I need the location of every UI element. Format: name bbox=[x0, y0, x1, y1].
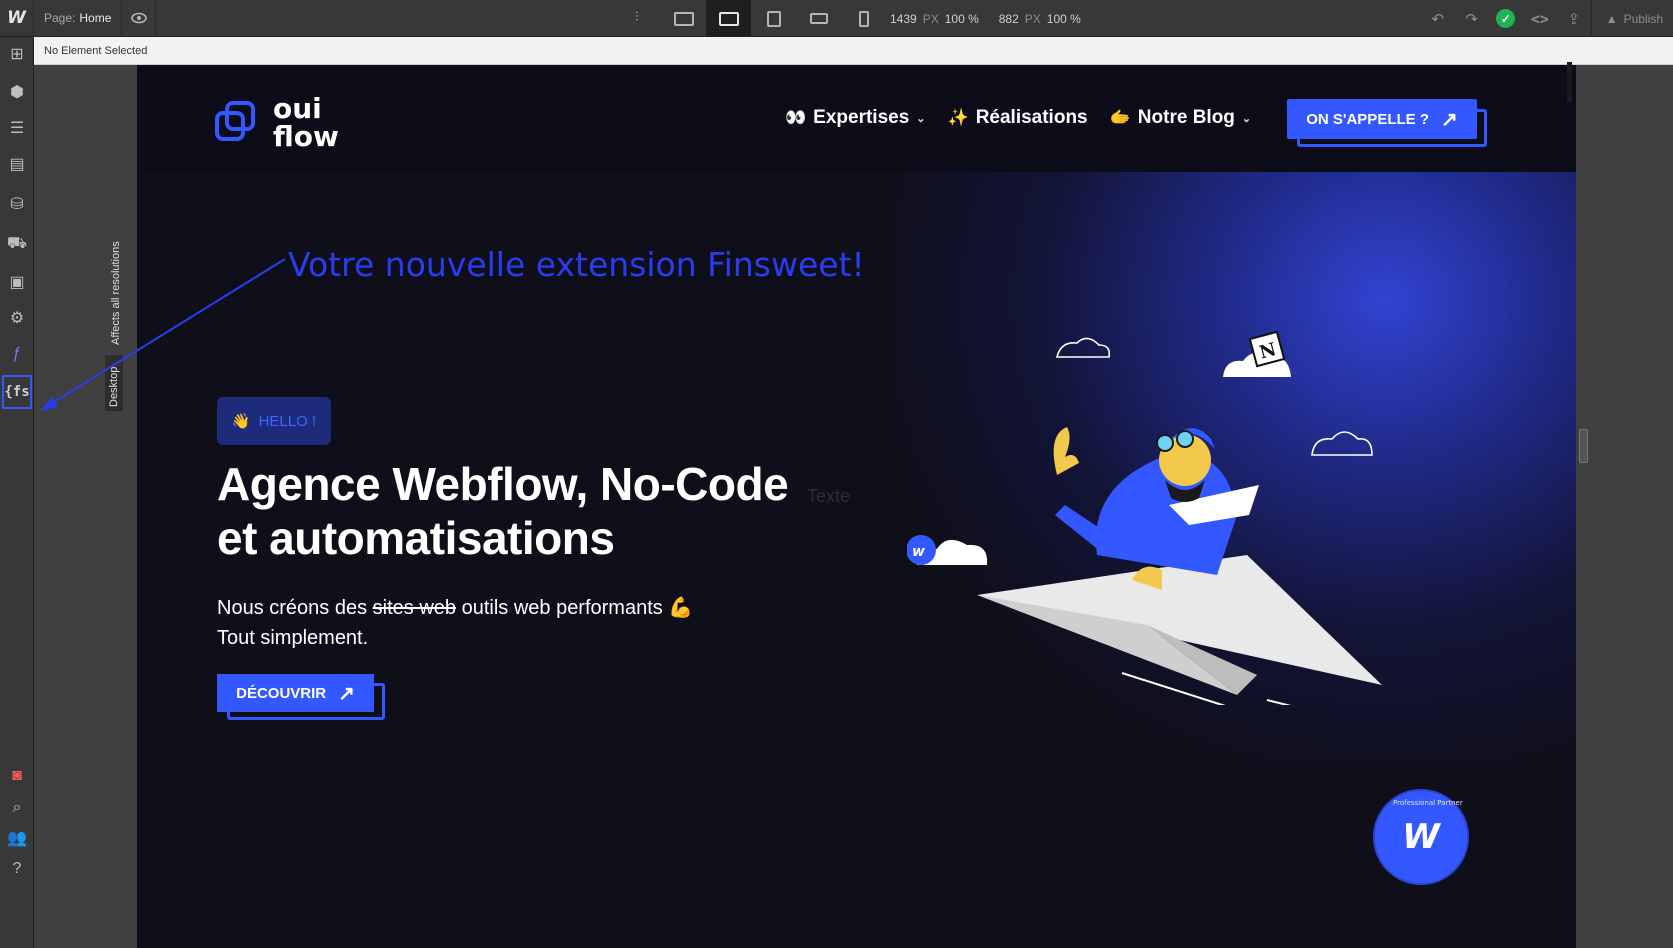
nav-label: Notre Blog bbox=[1137, 107, 1235, 128]
preview-eye-icon[interactable] bbox=[122, 0, 157, 37]
right-toolbar: ↶ ↷ ✓ <> ⇪ ▲ Publish bbox=[1421, 0, 1673, 37]
breakpoint-tablet-icon[interactable] bbox=[751, 0, 796, 37]
hero-title: Agence Webflow, No-Code et automatisatio… bbox=[217, 458, 789, 564]
canvas-dimensions: 1439 PX 100 % 882 PX 100 % bbox=[890, 12, 1081, 26]
site-preview[interactable]: oui flow 👀 Expertises ⌄ ✨ Réalisations 🫱… bbox=[137, 65, 1576, 948]
cloud-icon bbox=[1055, 337, 1111, 358]
nav-realisations[interactable]: ✨ Réalisations bbox=[948, 107, 1088, 129]
site-nav: 👀 Expertises ⌄ ✨ Réalisations 🫱 Notre Bl… bbox=[785, 107, 1251, 129]
save-status[interactable]: ✓ bbox=[1489, 0, 1523, 37]
symbols-cube-icon[interactable]: ⬢ bbox=[0, 75, 34, 109]
search-icon[interactable]: ⌕ bbox=[0, 791, 34, 825]
writing-hand-icon: 🫱 bbox=[1109, 108, 1131, 127]
discover-button[interactable]: DÉCOUVRIR ↗ bbox=[217, 674, 374, 712]
annotation-arrow-icon bbox=[40, 258, 286, 411]
height-value: 882 bbox=[998, 12, 1019, 26]
pages-icon[interactable]: ▤ bbox=[0, 147, 34, 181]
width-value: 1439 bbox=[890, 12, 917, 26]
breakpoint-switcher bbox=[661, 0, 886, 37]
users-icon[interactable]: 👥 bbox=[0, 821, 34, 855]
publish-label: Publish bbox=[1623, 11, 1663, 26]
cms-database-icon[interactable]: ⛁ bbox=[0, 187, 34, 221]
left-panel-bar: ⊞ ⬢ ☰ ▤ ⛁ ⛟ ▣ ⚙ ƒ {fs ◙ ⌕ 👥 ? bbox=[0, 37, 34, 948]
webflow-cloud-icon: w bbox=[907, 535, 988, 565]
ouiflow-logo[interactable]: oui flow bbox=[215, 95, 339, 151]
svg-text:w: w bbox=[912, 544, 925, 560]
page-selector[interactable]: Page: Home bbox=[34, 0, 123, 37]
webflow-logo[interactable]: W bbox=[0, 0, 34, 37]
annotation-text: Votre nouvelle extension Finsweet! bbox=[288, 245, 865, 284]
nav-label: Expertises bbox=[813, 107, 910, 128]
arrow-up-right-icon: ↗ bbox=[338, 682, 355, 705]
add-elements-icon[interactable]: ⊞ bbox=[0, 37, 34, 71]
chevron-down-icon: ⌄ bbox=[1241, 112, 1252, 125]
hello-label: HELLO ! bbox=[258, 412, 317, 430]
site-header: oui flow 👀 Expertises ⌄ ✨ Réalisations 🫱… bbox=[137, 65, 1576, 172]
audit-icon[interactable]: ◙ bbox=[0, 759, 34, 793]
chevron-down-icon: ⌄ bbox=[916, 112, 926, 125]
breakpoint-mobile-portrait-icon[interactable] bbox=[841, 0, 886, 37]
page-name: Home bbox=[79, 11, 112, 25]
settings-gear-icon[interactable]: ⚙ bbox=[0, 301, 34, 335]
code-export-icon[interactable]: <> bbox=[1523, 0, 1557, 37]
breakpoint-desktop-large-icon[interactable] bbox=[661, 0, 706, 37]
logo-mark-icon bbox=[215, 101, 259, 145]
badge-ring-text: Professional Partner bbox=[1393, 799, 1463, 807]
height-unit: PX bbox=[1024, 12, 1041, 26]
ghost-text: Texte bbox=[807, 486, 851, 506]
discover-cta: DÉCOUVRIR ↗ bbox=[217, 674, 385, 720]
assets-icon[interactable]: ▣ bbox=[0, 265, 34, 299]
publish-rocket-icon: ▲ bbox=[1605, 11, 1618, 26]
webflow-w-icon: W bbox=[1402, 817, 1440, 857]
cta-label: ON S'APPELLE ? bbox=[1306, 110, 1429, 128]
check-icon: ✓ bbox=[1496, 9, 1516, 28]
selection-status-text: No Element Selected bbox=[44, 45, 148, 57]
notion-cloud-icon: N bbox=[1223, 330, 1291, 377]
height-percent: 100 % bbox=[1046, 12, 1081, 26]
breakpoint-mobile-landscape-icon[interactable] bbox=[796, 0, 841, 37]
canvas-scrollbar[interactable] bbox=[1567, 62, 1572, 102]
finsweet-extension-icon[interactable]: {fs bbox=[2, 375, 32, 409]
width-unit: PX bbox=[922, 12, 939, 26]
sparkles-icon: ✨ bbox=[947, 108, 969, 127]
ecommerce-cart-icon[interactable]: ⛟ bbox=[0, 227, 34, 261]
discover-label: DÉCOUVRIR bbox=[236, 684, 327, 702]
fonts-app-icon[interactable]: ƒ bbox=[0, 337, 34, 371]
call-cta: ON S'APPELLE ? ↗ bbox=[1287, 99, 1487, 147]
undo-icon[interactable]: ↶ bbox=[1421, 0, 1455, 37]
cloud-icon bbox=[1311, 431, 1373, 456]
breakpoint-desktop-icon[interactable] bbox=[706, 0, 751, 37]
struck-text: sites web bbox=[372, 597, 457, 619]
selection-status-bar: No Element Selected bbox=[34, 37, 1673, 65]
nav-blog[interactable]: 🫱 Notre Blog ⌄ bbox=[1110, 107, 1252, 129]
logo-text: oui flow bbox=[273, 92, 339, 153]
call-cta-button[interactable]: ON S'APPELLE ? ↗ bbox=[1287, 99, 1477, 139]
designer-toolbar: W Page: Home ··· 1439 PX 100 % 882 PX 10… bbox=[0, 0, 1673, 37]
webflow-partner-badge[interactable]: Professional Partner W bbox=[1375, 791, 1467, 883]
navigator-icon[interactable]: ☰ bbox=[0, 111, 34, 145]
help-icon[interactable]: ? bbox=[0, 852, 34, 886]
hero-subtitle: Nous créons des sites web outils web per… bbox=[217, 597, 694, 649]
nav-expertises[interactable]: 👀 Expertises ⌄ bbox=[785, 107, 926, 129]
share-icon[interactable]: ⇪ bbox=[1557, 0, 1591, 37]
arrow-up-right-icon: ↗ bbox=[1440, 108, 1458, 131]
canvas-resize-handle[interactable] bbox=[1579, 429, 1588, 463]
paper-plane-icon bbox=[977, 555, 1382, 705]
page-key: Page: bbox=[44, 11, 76, 25]
paper-plane-pilot-illustration: N w bbox=[907, 330, 1382, 705]
nav-label: Réalisations bbox=[975, 107, 1088, 128]
more-options-icon[interactable]: ··· bbox=[630, 10, 646, 21]
redo-icon[interactable]: ↷ bbox=[1455, 0, 1489, 37]
publish-button[interactable]: ▲ Publish bbox=[1590, 0, 1673, 37]
width-percent: 100 % bbox=[944, 12, 979, 26]
eyes-icon: 👀 bbox=[785, 108, 807, 127]
